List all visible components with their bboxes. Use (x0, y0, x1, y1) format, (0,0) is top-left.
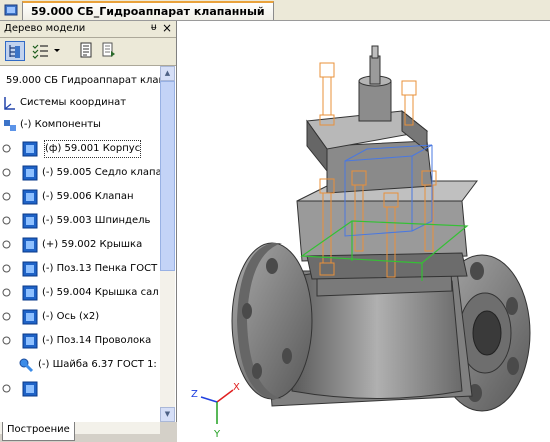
part-icon (22, 165, 38, 181)
tree-row-label: (-) Поз.14 Проволока (42, 335, 152, 346)
tree-row-component[interactable]: (-) Ось (x2) (0, 306, 160, 328)
tree-connector-icon (2, 336, 11, 345)
tree-row-component[interactable]: (ф) 59.001 Корпус (0, 138, 160, 160)
tree-row-label: 59.000 СБ Гидроаппарат клапан (6, 75, 160, 86)
valve-assembly-model: X Z Y (191, 45, 531, 440)
tree-row-label: (-) 59.004 Крышка сал (42, 287, 159, 298)
tree-connector-icon (2, 192, 11, 201)
pin-icon[interactable]: ᵾ (151, 22, 156, 33)
tree-connector-icon (2, 264, 11, 273)
tree-row-label: (-) Поз.13 Пенка ГОСТ (42, 263, 158, 274)
list-mode-dropdown[interactable] (30, 41, 62, 61)
axis-z-label: Z (191, 389, 198, 400)
stem (358, 45, 392, 122)
tree-connector-icon (2, 240, 11, 249)
part-icon (22, 309, 38, 325)
tree-connector-icon (2, 312, 11, 321)
tree-connector-icon (2, 216, 11, 225)
tree-row-label: Системы координат (20, 97, 127, 108)
bonnet (326, 140, 433, 194)
tree-row-components[interactable]: (-) Компоненты (0, 114, 160, 136)
axis-z-line (200, 396, 218, 403)
assembly-document-icon (4, 4, 18, 16)
part-icon (22, 261, 38, 277)
standard-part-icon (19, 358, 34, 373)
tree-row-component[interactable]: (-) Поз.13 Пенка ГОСТ (0, 258, 160, 280)
axis-x-label: X (233, 382, 240, 393)
scroll-up-arrow-icon[interactable]: ▲ (160, 66, 175, 81)
coordinate-systems-icon (4, 97, 15, 110)
tree-row-component[interactable]: (+) 59.002 Крышка (0, 234, 160, 256)
properties-button[interactable] (77, 41, 97, 61)
tree-row-component[interactable]: (-) 59.004 Крышка сал (0, 282, 160, 304)
model-tree-toolbar (0, 38, 176, 66)
rebuild-icon (102, 42, 115, 57)
left-flange (231, 242, 313, 400)
tab-construction[interactable]: Построение (2, 422, 75, 441)
tree-row-component[interactable] (0, 378, 160, 400)
tree-row-label: (+) 59.002 Крышка (42, 239, 143, 250)
tree-row-coordinate-systems[interactable]: Системы координат (0, 92, 160, 114)
tree-connector-icon (2, 288, 11, 297)
model-tree-list: 59.000 СБ Гидроаппарат клапан Системы ко… (0, 66, 160, 422)
axis-y-label: Y (213, 429, 221, 440)
tree-row-assembly[interactable]: 59.000 СБ Гидроаппарат клапан (0, 70, 160, 92)
vertical-scrollbar[interactable]: ▲ ▼ (160, 66, 175, 422)
tree-structure-icon (9, 45, 20, 58)
scroll-down-arrow-icon[interactable]: ▼ (160, 407, 175, 422)
tree-connector-icon (2, 144, 11, 153)
tree-row-component[interactable]: (-) Поз.14 Проволока (0, 330, 160, 352)
tree-row-label: (-) 59.005 Седло клапа (42, 167, 160, 178)
part-icon (22, 141, 38, 157)
tree-connector-icon (2, 384, 11, 393)
model-tree-panel: Дерево модели ᵾ × 59.000 СБ Гидроаппарат… (0, 21, 177, 434)
tree-row-component[interactable]: (-) Шайба 6.37 ГОСТ 1: (0, 354, 160, 376)
close-icon[interactable]: × (162, 21, 172, 35)
checklist-icon (32, 44, 60, 59)
tree-row-label: (ф) 59.001 Корпус (42, 138, 143, 160)
model-viewport-3d[interactable]: X Z Y (177, 21, 550, 442)
document-tab-title: 59.000 СБ_Гидроаппарат клапанный (31, 5, 265, 18)
part-icon (22, 213, 38, 229)
tree-row-component[interactable]: (-) 59.006 Клапан (0, 186, 160, 208)
tree-row-label: (-) Шайба 6.37 ГОСТ 1: (38, 359, 157, 370)
tree-row-component[interactable]: (-) 59.003 Шпиндель (0, 210, 160, 232)
components-folder-icon (4, 120, 16, 131)
tree-connector-icon (2, 168, 11, 177)
part-icon (22, 381, 38, 397)
part-icon (22, 285, 38, 301)
axis-triad: X Z Y (191, 382, 240, 440)
tab-construction-label: Построение (7, 424, 70, 435)
part-icon (22, 237, 38, 253)
rebuild-button[interactable] (100, 41, 120, 61)
tree-row-label: (-) Ось (x2) (42, 311, 100, 322)
part-icon (22, 189, 38, 205)
scroll-thumb[interactable] (160, 81, 175, 271)
tree-row-label: (-) Компоненты (20, 119, 101, 130)
tree-row-label: (-) 59.006 Клапан (42, 191, 134, 202)
model-tree-header: Дерево модели ᵾ × (0, 21, 176, 38)
document-tab[interactable]: 59.000 СБ_Гидроаппарат клапанный (22, 1, 274, 20)
document-list-icon (80, 42, 92, 58)
tree-view-button[interactable] (5, 41, 25, 61)
panel-title: Дерево модели (4, 23, 86, 34)
document-tab-bar: 59.000 СБ_Гидроаппарат клапанный (0, 0, 550, 21)
part-icon (22, 333, 38, 349)
tree-row-label: (-) 59.003 Шпиндель (42, 215, 151, 226)
tree-row-component[interactable]: (-) 59.005 Седло клапа (0, 162, 160, 184)
axis-x-line (216, 389, 234, 403)
